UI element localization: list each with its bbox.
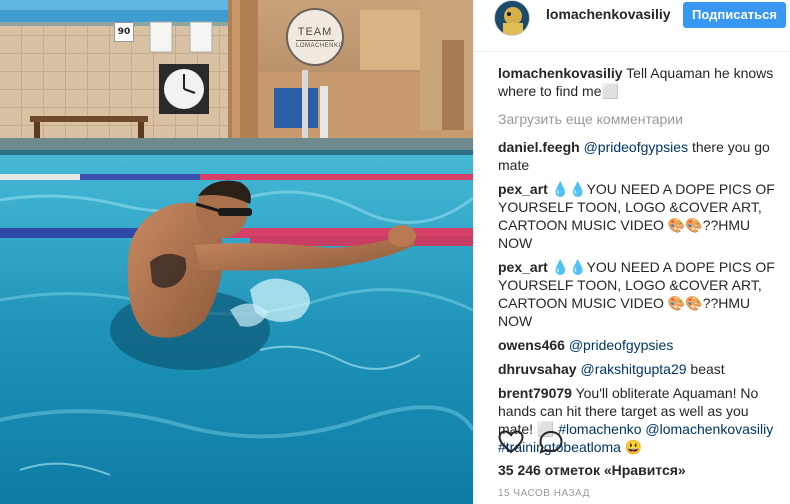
list-item: pex_art 💧💧YOU NEED A DOPE PICS OF YOURSE… xyxy=(498,258,783,330)
team-logo-sign: TEAM LOMACHENKO xyxy=(286,8,344,66)
comments-list: lomachenkovasiliy Tell Aquaman he knows … xyxy=(498,64,783,462)
caption: lomachenkovasiliy Tell Aquaman he knows … xyxy=(498,64,783,100)
comment-mention[interactable]: @rakshitgupta29 xyxy=(580,361,686,377)
comment-text: beast xyxy=(686,361,725,377)
avatar[interactable] xyxy=(494,0,530,36)
likes-number: 35 246 xyxy=(498,462,541,478)
comment-author[interactable]: pex_art xyxy=(498,181,548,197)
comment-author[interactable]: brent79079 xyxy=(498,385,572,401)
comment-author[interactable]: daniel.feegh xyxy=(498,139,580,155)
list-item: owens466 @prideofgypsies xyxy=(498,336,783,354)
comment-mention[interactable]: @prideofgypsies xyxy=(584,139,689,155)
follow-button[interactable]: Подписаться xyxy=(683,2,786,28)
post-header: lomachenkovasiliy Подписаться xyxy=(474,0,790,52)
post-photo[interactable]: 90 TEAM LOMACHENKO xyxy=(0,0,473,504)
list-item: dhruvsahay @rakshitgupta29 beast xyxy=(498,360,783,378)
load-more-comments-link[interactable]: Загрузить еще комментарии xyxy=(498,110,783,128)
comment-author[interactable]: dhruvsahay xyxy=(498,361,577,377)
post-sidebar: lomachenkovasiliy Подписаться lomachenko… xyxy=(473,0,790,504)
team-sign-line2: LOMACHENKO xyxy=(296,40,343,49)
heart-icon[interactable] xyxy=(498,430,524,454)
post-timestamp[interactable]: 15 часов назад xyxy=(498,488,590,499)
list-item: daniel.feegh @prideofgypsies there you g… xyxy=(498,138,783,174)
likes-label: отметок «Нравится» xyxy=(544,462,686,478)
caption-author[interactable]: lomachenkovasiliy xyxy=(498,65,623,81)
comment-mention[interactable]: @prideofgypsies xyxy=(569,337,674,353)
team-sign-line1: TEAM xyxy=(297,26,333,38)
avatar-image xyxy=(495,1,529,35)
comment-author[interactable]: owens466 xyxy=(498,337,565,353)
pool-scene-illustration xyxy=(0,0,473,504)
comment-author[interactable]: pex_art xyxy=(498,259,548,275)
scoreboard-sign: 90 xyxy=(114,22,134,42)
list-item: pex_art 💧💧YOU NEED A DOPE PICS OF YOURSE… xyxy=(498,180,783,252)
header-username[interactable]: lomachenkovasiliy xyxy=(546,6,671,22)
comment-icon[interactable] xyxy=(538,430,564,454)
likes-count[interactable]: 35 246 отметок «Нравится» xyxy=(498,462,686,478)
instagram-post: 90 TEAM LOMACHENKO lomachenkovasiliy Под… xyxy=(0,0,790,504)
action-bar xyxy=(498,430,783,454)
